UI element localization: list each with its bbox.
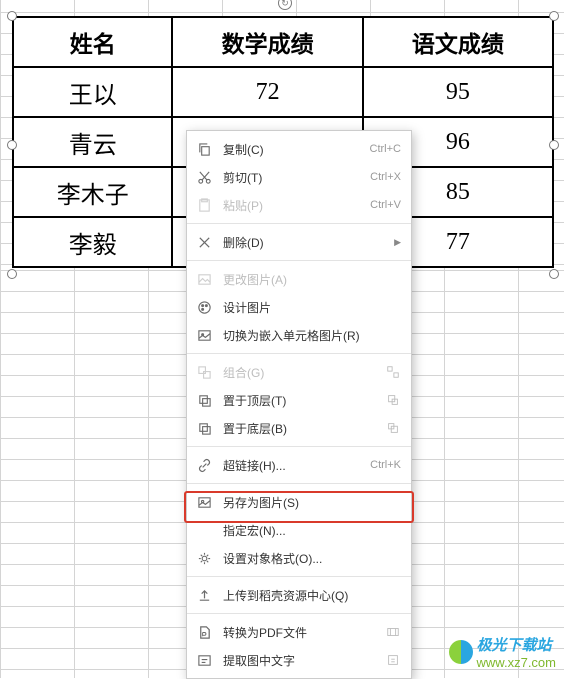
table-row: 王以 72 95 [13, 67, 553, 117]
menu-hyperlink[interactable]: 超链接(H)... Ctrl+K [187, 451, 411, 479]
menu-copy[interactable]: 复制(C) Ctrl+C [187, 135, 411, 163]
menu-upload-label: 上传到稻壳资源中心(Q) [223, 587, 401, 604]
menu-paste-shortcut: Ctrl+V [370, 199, 401, 211]
copy-icon [195, 140, 213, 158]
menu-format-object-label: 设置对象格式(O)... [223, 550, 401, 567]
menu-send-to-back[interactable]: 置于底层(B) [187, 414, 411, 442]
menu-separator [187, 260, 411, 261]
cell-name: 李毅 [13, 217, 172, 267]
menu-convert-to-pdf[interactable]: 转换为PDF文件 [187, 618, 411, 646]
menu-extract-text-label: 提取图中文字 [223, 652, 385, 669]
menu-bring-front-label: 置于顶层(T) [223, 392, 385, 409]
cell-math: 72 [172, 67, 362, 117]
options-icon [385, 364, 401, 380]
cell-chinese: 95 [363, 67, 553, 117]
menu-copy-label: 复制(C) [223, 141, 370, 158]
change-picture-icon [195, 270, 213, 288]
bring-front-icon [195, 391, 213, 409]
menu-separator [187, 446, 411, 447]
watermark: 极光下载站 www.xz7.com [449, 634, 556, 670]
resize-handle-ml[interactable] [7, 140, 17, 150]
menu-extract-text[interactable]: 提取图中文字 [187, 646, 411, 674]
menu-separator [187, 576, 411, 577]
menu-send-back-label: 置于底层(B) [223, 420, 385, 437]
watermark-brand: 极光下载站 [477, 634, 556, 655]
menu-separator [187, 353, 411, 354]
resize-handle-mr[interactable] [549, 140, 559, 150]
delete-icon [195, 233, 213, 251]
resize-handle-bl[interactable] [7, 269, 17, 279]
menu-pdf-label: 转换为PDF文件 [223, 624, 385, 641]
options-icon [385, 624, 401, 640]
menu-separator [187, 483, 411, 484]
pdf-icon [195, 623, 213, 641]
menu-cut-shortcut: Ctrl+X [370, 171, 401, 183]
menu-delete-label: 删除(D) [223, 234, 390, 251]
menu-bring-to-front[interactable]: 置于顶层(T) [187, 386, 411, 414]
menu-separator [187, 613, 411, 614]
menu-delete[interactable]: 删除(D) ▶ [187, 228, 411, 256]
embed-icon [195, 326, 213, 344]
table-header-row: 姓名 数学成绩 语文成绩 [13, 17, 553, 67]
resize-handle-tl[interactable] [7, 11, 17, 21]
resize-handle-br[interactable] [549, 269, 559, 279]
watermark-logo-icon [449, 640, 473, 664]
save-as-picture-icon [195, 493, 213, 511]
menu-paste: 粘贴(P) Ctrl+V [187, 191, 411, 219]
menu-design-picture[interactable]: 设计图片 [187, 293, 411, 321]
upload-icon [195, 586, 213, 604]
hyperlink-icon [195, 456, 213, 474]
paste-icon [195, 196, 213, 214]
menu-copy-shortcut: Ctrl+C [370, 143, 401, 155]
menu-group: 组合(G) [187, 358, 411, 386]
resize-handle-tr[interactable] [549, 11, 559, 21]
cell-name: 李木子 [13, 167, 172, 217]
menu-assign-macro-label: 指定宏(N)... [223, 522, 401, 539]
options-icon [385, 652, 401, 668]
menu-cut[interactable]: 剪切(T) Ctrl+X [187, 163, 411, 191]
group-icon [195, 363, 213, 381]
menu-save-as-picture-label: 另存为图片(S) [223, 494, 401, 511]
design-picture-icon [195, 298, 213, 316]
submenu-arrow-icon: ▶ [394, 237, 401, 248]
menu-save-as-picture[interactable]: 另存为图片(S) [187, 488, 411, 516]
extract-text-icon [195, 651, 213, 669]
header-name: 姓名 [13, 17, 172, 67]
cell-name: 王以 [13, 67, 172, 117]
menu-embed-in-cell[interactable]: 切换为嵌入单元格图片(R) [187, 321, 411, 349]
cut-icon [195, 168, 213, 186]
menu-group-label: 组合(G) [223, 364, 385, 381]
menu-hyperlink-label: 超链接(H)... [223, 457, 370, 474]
menu-design-picture-label: 设计图片 [223, 299, 401, 316]
options-icon [385, 420, 401, 436]
options-icon [385, 392, 401, 408]
menu-paste-label: 粘贴(P) [223, 197, 370, 214]
format-object-icon [195, 549, 213, 567]
send-back-icon [195, 419, 213, 437]
context-menu: 复制(C) Ctrl+C 剪切(T) Ctrl+X 粘贴(P) Ctrl+V 删… [186, 130, 412, 679]
header-math: 数学成绩 [172, 17, 362, 67]
menu-cut-label: 剪切(T) [223, 169, 370, 186]
cell-name: 青云 [13, 117, 172, 167]
watermark-url: www.xz7.com [477, 655, 556, 670]
menu-change-picture-label: 更改图片(A) [223, 271, 401, 288]
menu-separator [187, 223, 411, 224]
menu-embed-label: 切换为嵌入单元格图片(R) [223, 327, 401, 344]
menu-assign-macro[interactable]: 指定宏(N)... [187, 516, 411, 544]
menu-format-object[interactable]: 设置对象格式(O)... [187, 544, 411, 572]
menu-hyperlink-shortcut: Ctrl+K [370, 459, 401, 471]
menu-upload-to-docer[interactable]: 上传到稻壳资源中心(Q) [187, 581, 411, 609]
menu-change-picture: 更改图片(A) [187, 265, 411, 293]
header-chinese: 语文成绩 [363, 17, 553, 67]
